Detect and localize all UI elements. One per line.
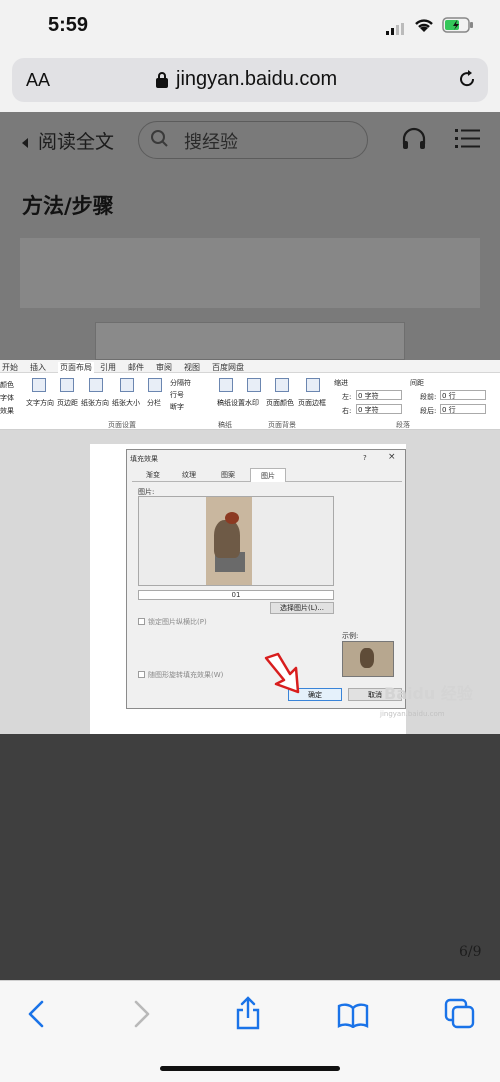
page-borders-icon (306, 378, 320, 392)
orientation-button[interactable]: 纸张方向 (81, 398, 109, 408)
margins-icon (60, 378, 74, 392)
baidu-watermark-url: jingyan.baidu.com (380, 710, 445, 718)
page-borders-button[interactable]: 页面边框 (298, 398, 326, 408)
ribbon-tab-active[interactable]: 页面布局 (58, 362, 94, 373)
rotate-with-shape-label: 随图形旋转填充效果(W) (148, 671, 224, 679)
back-triangle-icon[interactable] (20, 134, 30, 153)
sample-bird (360, 648, 374, 668)
lock-aspect-checkbox[interactable] (138, 618, 145, 625)
spacing-before-label: 段前: (420, 393, 437, 401)
back-icon[interactable] (26, 1000, 48, 1032)
forward-icon[interactable] (130, 1000, 152, 1032)
hyphenation-item[interactable]: 断字 (170, 402, 184, 412)
theme-effects[interactable]: 效果 (0, 406, 14, 416)
theme-colors[interactable]: 颜色 (0, 380, 14, 390)
search-icon (150, 129, 170, 153)
spacing-before-input[interactable]: 0 行 (440, 390, 486, 400)
bookmarks-icon[interactable] (337, 1002, 369, 1032)
text-size-button[interactable]: AA (26, 70, 50, 91)
group-manuscript: 稿纸 (218, 421, 232, 429)
ribbon-tab[interactable]: 审阅 (156, 362, 172, 373)
close-button[interactable]: × (388, 452, 396, 462)
search-input[interactable] (138, 121, 368, 159)
dimmed-dialog-preview (95, 322, 405, 360)
search-placeholder: 搜经验 (184, 132, 238, 153)
rotate-with-shape-checkbox[interactable] (138, 671, 145, 678)
ribbon-tab[interactable]: 插入 (30, 362, 46, 373)
page-color-icon (275, 378, 289, 392)
signal-icon (386, 20, 404, 35)
help-button[interactable]: ? (363, 454, 367, 462)
image-name-field: 01 (138, 590, 334, 600)
tabs-icon[interactable] (444, 998, 476, 1034)
page-color-button[interactable]: 页面颜色 (266, 398, 294, 408)
breaks-item[interactable]: 分隔符 (170, 378, 191, 388)
watermark-icon (247, 378, 261, 392)
tab-texture[interactable]: 纹理 (172, 468, 206, 482)
home-indicator (160, 1066, 340, 1071)
wifi-icon (414, 17, 434, 37)
share-icon[interactable] (234, 996, 262, 1034)
section-heading: 方法/步骤 (22, 194, 114, 218)
group-page-setup: 页面设置 (108, 421, 136, 429)
ribbon-tab[interactable]: 视图 (184, 362, 200, 373)
spacing-label: 间距 (410, 379, 424, 387)
size-button[interactable]: 纸张大小 (112, 398, 140, 408)
manuscript-icon (219, 378, 233, 392)
line-numbers-item[interactable]: 行号 (170, 390, 184, 400)
orientation-icon (89, 378, 103, 392)
menu-icon[interactable] (455, 128, 481, 154)
indent-label: 缩进 (334, 379, 348, 387)
select-picture-button[interactable]: 选择图片(L)... (270, 602, 334, 614)
size-icon (120, 378, 134, 392)
status-time: 5:59 (48, 14, 89, 36)
ribbon-tab[interactable]: 开始 (2, 362, 18, 373)
dimmed-lower-area (0, 734, 500, 980)
indent-right-input[interactable]: 0 字符 (356, 404, 402, 414)
lock-icon (155, 71, 169, 93)
ribbon-tab[interactable]: 百度网盘 (212, 362, 244, 373)
margins-button[interactable]: 页边距 (57, 398, 78, 408)
url-text[interactable]: jingyan.baidu.com (176, 68, 337, 91)
group-paragraph: 段落 (396, 421, 410, 429)
indent-left-input[interactable]: 0 字符 (356, 390, 402, 400)
sample-label: 示例: (342, 632, 359, 640)
headphones-icon[interactable] (400, 126, 428, 156)
tab-picture[interactable]: 图片 (250, 468, 286, 482)
text-direction-button[interactable]: 文字方向 (26, 398, 54, 408)
painting-bird-head (225, 512, 239, 524)
reload-icon[interactable] (456, 68, 478, 94)
columns-button[interactable]: 分栏 (147, 398, 161, 408)
tab-gradient[interactable]: 渐变 (136, 468, 170, 482)
watermark-button[interactable]: 水印 (245, 398, 259, 408)
group-page-background: 页面背景 (268, 421, 296, 429)
ribbon-tab[interactable]: 引用 (100, 362, 116, 373)
page-indicator: 6/9 (459, 944, 482, 960)
tab-pattern[interactable]: 图案 (210, 468, 246, 482)
lock-aspect-label: 锁定图片纵横比(P) (148, 618, 207, 626)
dialog-title: 填充效果 (130, 455, 158, 463)
baidu-watermark: Baidu 经验 (384, 684, 473, 703)
battery-icon (442, 17, 474, 37)
indent-left-label: 左: (342, 393, 352, 401)
columns-icon (148, 378, 162, 392)
spacing-after-label: 段后: (420, 407, 437, 415)
spacing-after-input[interactable]: 0 行 (440, 404, 486, 414)
read-full-text-link[interactable]: 阅读全文 (38, 127, 114, 154)
painting-bird (214, 520, 240, 558)
ribbon-tab[interactable]: 邮件 (128, 362, 144, 373)
theme-fonts[interactable]: 字体 (0, 393, 14, 403)
indent-right-label: 右: (342, 407, 352, 415)
red-arrow-icon (264, 652, 306, 700)
dimmed-ribbon-preview (20, 238, 480, 308)
manuscript-button[interactable]: 稿纸设置 (217, 398, 245, 408)
text-direction-icon (32, 378, 46, 392)
